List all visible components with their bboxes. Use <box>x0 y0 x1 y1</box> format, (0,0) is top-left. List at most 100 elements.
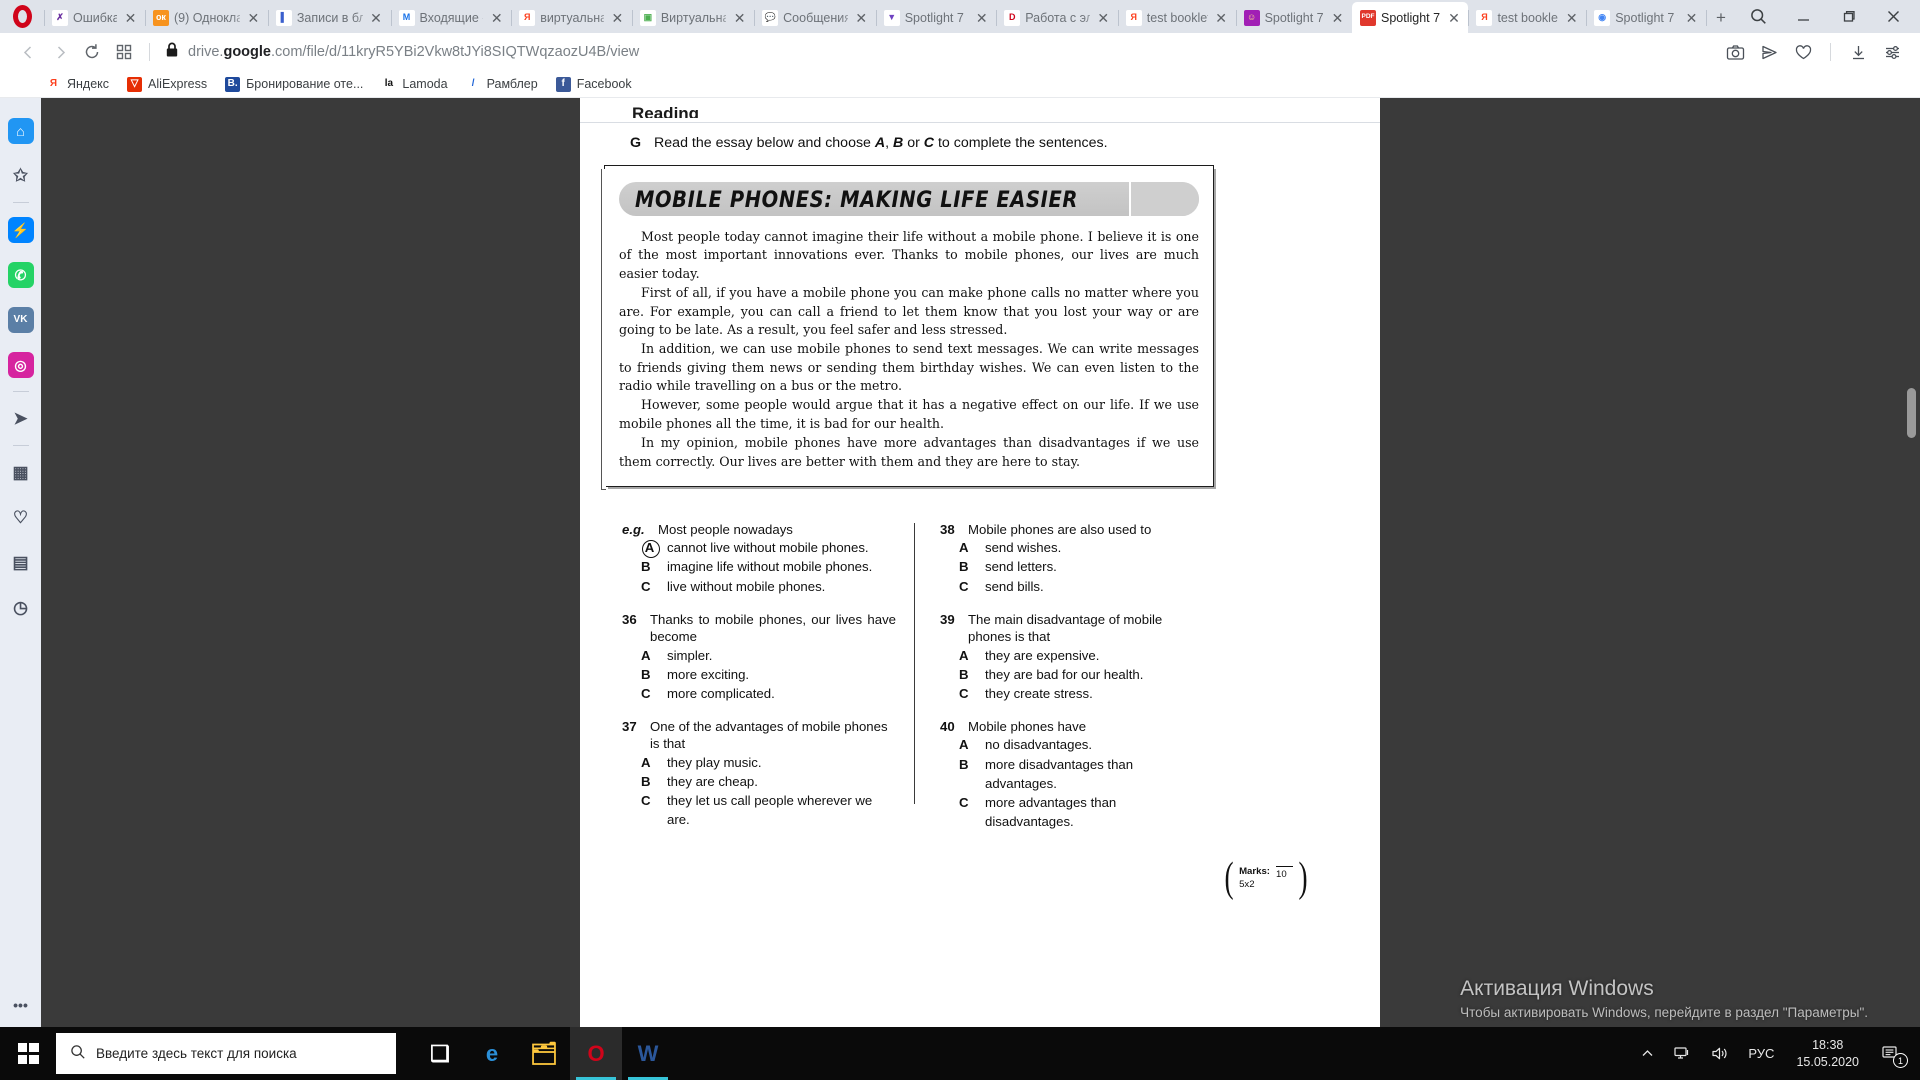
opera-browser-icon[interactable]: O <box>570 1027 622 1080</box>
tab-close-button[interactable]: ✕ <box>1213 9 1230 26</box>
send-icon[interactable] <box>1753 37 1785 67</box>
question-option[interactable]: Clive without mobile phones. <box>622 577 896 596</box>
question-text: The main disadvantage of mobile phones i… <box>968 611 1163 645</box>
browser-tab[interactable]: M Входящие - ✕ <box>390 2 512 33</box>
browser-tab[interactable]: PDF Spotlight 7. ✕ <box>1352 2 1469 33</box>
sidebar-item[interactable]: ⚡ <box>0 207 41 252</box>
browser-tab[interactable]: ок (9) Однокла ✕ <box>144 2 268 33</box>
tab-close-button[interactable]: ✕ <box>122 9 139 26</box>
browser-tab[interactable]: ▌ Записи в бл ✕ <box>267 2 391 33</box>
task-view-icon[interactable]: ❑ <box>414 1027 466 1080</box>
sidebar-item[interactable]: ✩ <box>0 153 41 198</box>
tab-close-button[interactable]: ✕ <box>1445 9 1462 26</box>
tab-close-button[interactable]: ✕ <box>609 9 626 26</box>
question-option[interactable]: Bmore exciting. <box>622 665 896 684</box>
bookmark-item[interactable]: f Facebook <box>555 76 632 92</box>
tab-close-button[interactable]: ✕ <box>1683 9 1700 26</box>
bookmark-item[interactable]: ▽ AliExpress <box>127 76 207 92</box>
browser-tab[interactable]: ☺ Spotlight 7. ✕ <box>1235 2 1352 33</box>
url-field[interactable]: drive.google.com/file/d/11kryR5YBi2Vkw8t… <box>159 42 1719 63</box>
sidebar-item[interactable]: ⌂ <box>0 108 41 153</box>
question-option[interactable]: Acannot live without mobile phones. <box>622 538 896 559</box>
browser-tab[interactable]: Яtest booklet ✕ <box>1117 2 1236 33</box>
download-icon[interactable] <box>1842 37 1874 67</box>
screen: ✗ Ошибка ✕ ок (9) Однокла ✕ ▌ Записи в бл ✕ M Вход… <box>0 0 1920 1080</box>
tab-close-button[interactable]: ✕ <box>973 9 990 26</box>
tab-close-button[interactable]: ✕ <box>1563 9 1580 26</box>
question-option[interactable]: Asimpler. <box>622 646 896 665</box>
word-icon[interactable]: W <box>622 1027 674 1080</box>
tab-close-button[interactable]: ✕ <box>731 9 748 26</box>
bookmark-item[interactable]: B. Бронирование оте... <box>225 76 363 92</box>
option-text: no disadvantages. <box>985 737 1093 753</box>
language-indicator[interactable]: РУС <box>1738 1027 1784 1080</box>
question-option[interactable]: Bthey are cheap. <box>622 772 896 791</box>
question-option[interactable]: Cmore complicated. <box>622 684 896 703</box>
tab-menu-icon[interactable] <box>108 37 140 67</box>
question-option[interactable]: Asend wishes. <box>940 538 1202 557</box>
show-hidden-icons-button[interactable] <box>1631 1027 1664 1080</box>
bookmark-item[interactable]: la Lamoda <box>381 76 448 92</box>
question-option[interactable]: Bimagine life without mobile phones. <box>622 557 896 576</box>
taskbar-clock[interactable]: 18:38 15.05.2020 <box>1784 1037 1871 1070</box>
question-option[interactable]: Bthey are bad for our health. <box>940 665 1202 684</box>
edge-browser-icon[interactable]: e <box>466 1027 518 1080</box>
tab-close-button[interactable]: ✕ <box>1329 9 1346 26</box>
browser-tab[interactable]: ▣ Виртуальна ✕ <box>631 2 754 33</box>
essay-body: Most people today cannot imagine their l… <box>619 228 1199 471</box>
bookmark-label: Яндекс <box>67 77 110 91</box>
new-tab-button[interactable]: + <box>1706 2 1736 33</box>
bookmark-item[interactable]: / Рамблер <box>465 76 538 92</box>
reload-icon[interactable] <box>76 37 108 67</box>
sidebar-item[interactable]: ▤ <box>0 540 41 585</box>
back-arrow-icon[interactable] <box>12 37 44 67</box>
sidebar-item[interactable]: ◷ <box>0 585 41 630</box>
maximize-button[interactable] <box>1826 0 1871 33</box>
question-option[interactable]: Athey are expensive. <box>940 646 1202 665</box>
browser-tab[interactable]: Яtest booklet ✕ <box>1468 2 1586 33</box>
file-explorer-icon[interactable]: 🗂 <box>518 1027 570 1080</box>
sidebar-item[interactable]: VK <box>0 297 41 342</box>
sidebar-item[interactable]: ✆ <box>0 252 41 297</box>
taskbar-search-input[interactable]: Введите здесь текст для поиска <box>56 1033 396 1074</box>
minimize-button[interactable] <box>1781 0 1826 33</box>
easy-setup-icon[interactable] <box>1876 37 1908 67</box>
browser-tab[interactable]: Явиртуальна ✕ <box>511 2 632 33</box>
sidebar-more-button[interactable]: ••• <box>0 982 41 1027</box>
question-option[interactable]: Ano disadvantages. <box>940 735 1202 754</box>
option-letter: C <box>959 685 969 701</box>
question-option[interactable]: Cthey create stress. <box>940 684 1202 703</box>
question-option[interactable]: Csend bills. <box>940 577 1202 596</box>
favorite-heart-icon[interactable] <box>1787 37 1819 67</box>
browser-tab[interactable]: ◉ Spotlight 7 t ✕ <box>1586 2 1706 33</box>
browser-tab[interactable]: ✗ Ошибка ✕ <box>44 2 145 33</box>
question-option[interactable]: Cthey let us call people wherever we are… <box>622 791 896 829</box>
tab-close-button[interactable]: ✕ <box>1095 9 1112 26</box>
sidebar-item[interactable]: ➤ <box>0 396 41 441</box>
notifications-icon[interactable]: 1 <box>1871 1027 1916 1080</box>
network-icon[interactable] <box>1664 1027 1701 1080</box>
forward-arrow-icon[interactable] <box>44 37 76 67</box>
sidebar-item[interactable]: ◎ <box>0 342 41 387</box>
close-window-button[interactable] <box>1871 0 1916 33</box>
snapshot-icon[interactable] <box>1719 37 1751 67</box>
browser-tab[interactable]: D Работа с эл ✕ <box>996 2 1118 33</box>
sidebar-item[interactable]: ▦ <box>0 450 41 495</box>
browser-tab[interactable]: 💬 Сообщения ✕ <box>754 2 876 33</box>
tab-close-button[interactable]: ✕ <box>488 9 505 26</box>
windows-start-icon[interactable] <box>0 1027 56 1080</box>
sidebar-item[interactable]: ♡ <box>0 495 41 540</box>
tab-close-button[interactable]: ✕ <box>853 9 870 26</box>
browser-tab[interactable]: ▼ Spotlight 7 (✕ <box>875 2 996 33</box>
question-option[interactable]: Bmore disadvantages than advantages. <box>940 755 1202 793</box>
volume-icon[interactable] <box>1701 1027 1738 1080</box>
tab-close-button[interactable]: ✕ <box>245 9 262 26</box>
question-option[interactable]: Cmore advantages than disadvantages. <box>940 793 1202 831</box>
viewer-scrollbar[interactable] <box>1907 388 1916 438</box>
question-option[interactable]: Bsend letters. <box>940 557 1202 576</box>
tab-close-button[interactable]: ✕ <box>368 9 385 26</box>
question-option[interactable]: Athey play music. <box>622 753 896 772</box>
opera-logo-icon[interactable] <box>0 0 44 33</box>
tab-search-icon[interactable] <box>1736 0 1781 33</box>
bookmark-item[interactable]: Я Яндекс <box>46 76 110 92</box>
